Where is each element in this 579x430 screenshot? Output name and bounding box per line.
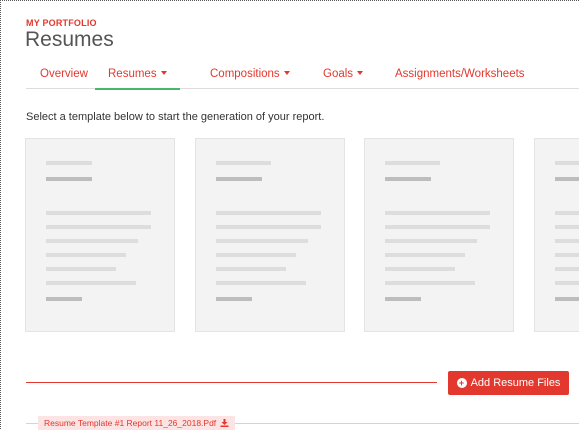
placeholder-line	[216, 177, 262, 181]
placeholder-line	[46, 211, 151, 215]
caret-down-icon	[283, 71, 290, 75]
placeholder-line	[46, 161, 92, 165]
placeholder-line	[385, 161, 440, 165]
tab-goals[interactable]: Goals	[323, 68, 364, 88]
frame-border-top	[0, 0, 579, 1]
placeholder-line	[385, 211, 490, 215]
template-card[interactable]	[195, 138, 345, 332]
placeholder-line	[216, 281, 306, 285]
page-title: Resumes	[25, 28, 114, 51]
placeholder-line	[216, 267, 286, 271]
instruction-text: Select a template below to start the gen…	[26, 111, 325, 123]
caret-down-icon	[357, 71, 364, 75]
section-divider	[26, 382, 437, 383]
resume-file-chip[interactable]: Resume Template #1 Report 11_26_2018.Pdf	[38, 416, 236, 430]
placeholder-line	[216, 225, 321, 229]
placeholder-line	[216, 297, 252, 301]
placeholder-line	[385, 297, 421, 301]
file-name: Resume Template #1 Report 11_26_2018.Pdf	[44, 418, 217, 428]
placeholder-line	[555, 281, 579, 285]
tab-label: Resumes	[108, 68, 157, 80]
placeholder-line	[385, 253, 465, 257]
placeholder-line	[216, 253, 296, 257]
placeholder-line	[46, 253, 126, 257]
placeholder-line	[555, 267, 579, 271]
tab-overview[interactable]: Overview	[40, 68, 88, 88]
caret-down-icon	[160, 71, 167, 75]
placeholder-line	[46, 177, 92, 181]
tab-bar: Overview Resumes Compositions Goals Assi…	[26, 66, 579, 90]
frame-border-left	[0, 0, 1, 429]
placeholder-line	[385, 177, 431, 181]
tab-resumes[interactable]: Resumes	[95, 68, 180, 90]
placeholder-line	[46, 239, 138, 243]
placeholder-line	[555, 161, 579, 165]
placeholder-line	[555, 177, 579, 181]
placeholder-line	[216, 161, 271, 165]
placeholder-line	[385, 225, 490, 229]
tab-label: Overview	[40, 68, 88, 80]
placeholder-line	[555, 253, 579, 257]
placeholder-line	[555, 297, 579, 301]
tab-compositions[interactable]: Compositions	[210, 68, 290, 88]
placeholder-line	[555, 225, 579, 229]
add-resume-files-button[interactable]: + Add Resume Files	[448, 371, 569, 395]
placeholder-line	[385, 267, 455, 271]
download-icon[interactable]	[220, 419, 229, 427]
placeholder-line	[555, 211, 579, 215]
template-card[interactable]	[534, 138, 579, 332]
tab-label: Assignments/Worksheets	[395, 68, 525, 80]
placeholder-line	[216, 239, 308, 243]
tab-label: Compositions	[210, 68, 280, 80]
placeholder-line	[555, 239, 579, 243]
template-card[interactable]	[25, 138, 175, 332]
placeholder-line	[216, 211, 321, 215]
placeholder-line	[46, 267, 116, 271]
tab-label: Goals	[323, 68, 354, 80]
tab-assignments-worksheets[interactable]: Assignments/Worksheets	[395, 68, 525, 88]
placeholder-line	[46, 225, 151, 229]
placeholder-line	[385, 281, 475, 285]
section-eyebrow: MY PORTFOLIO	[26, 18, 97, 28]
template-card[interactable]	[364, 138, 514, 332]
placeholder-line	[385, 239, 477, 243]
placeholder-line	[46, 297, 82, 301]
placeholder-line	[46, 281, 136, 285]
add-resume-files-label: Add Resume Files	[470, 377, 561, 389]
plus-circle-icon: +	[456, 378, 467, 388]
